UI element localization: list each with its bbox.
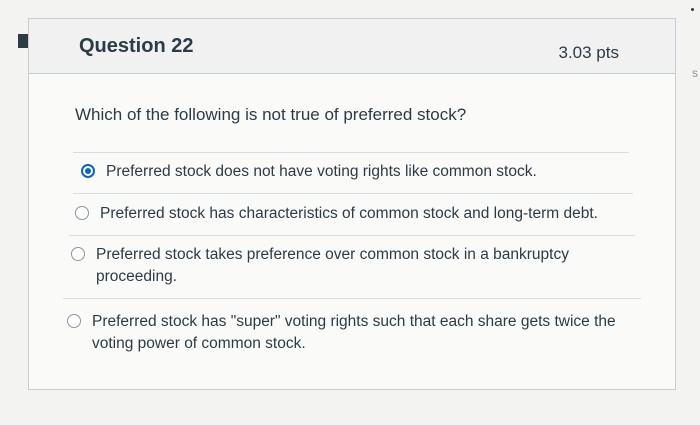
answer-divider xyxy=(73,193,633,194)
answer-option-2[interactable]: Preferred stock has characteristics of c… xyxy=(75,203,598,225)
radio-icon[interactable] xyxy=(67,314,81,328)
answer-divider xyxy=(73,152,629,153)
answer-label: Preferred stock does not have voting rig… xyxy=(106,163,537,180)
edge-dot xyxy=(691,8,694,11)
radio-selected-icon[interactable] xyxy=(81,164,95,178)
answer-option-1[interactable]: Preferred stock does not have voting rig… xyxy=(81,161,537,183)
answer-option-3[interactable]: Preferred stock takes preference over co… xyxy=(71,244,596,288)
radio-icon[interactable] xyxy=(71,247,85,261)
question-header: Question 22 3.03 pts xyxy=(29,19,675,74)
answer-label: Preferred stock has "super" voting right… xyxy=(92,313,616,352)
question-title: Question 22 xyxy=(79,35,194,57)
answer-option-4[interactable]: Preferred stock has "super" voting right… xyxy=(67,311,622,355)
question-text: Which of the following is not true of pr… xyxy=(75,105,467,124)
answer-label: Preferred stock takes preference over co… xyxy=(96,246,569,285)
answer-divider xyxy=(63,298,641,299)
question-card: Question 22 3.03 pts Which of the follow… xyxy=(28,18,676,390)
question-points: 3.03 pts xyxy=(558,43,620,62)
edge-glyph: s xyxy=(692,66,698,80)
answer-label: Preferred stock has characteristics of c… xyxy=(100,205,598,222)
radio-icon[interactable] xyxy=(75,206,89,220)
answer-divider xyxy=(69,235,635,236)
